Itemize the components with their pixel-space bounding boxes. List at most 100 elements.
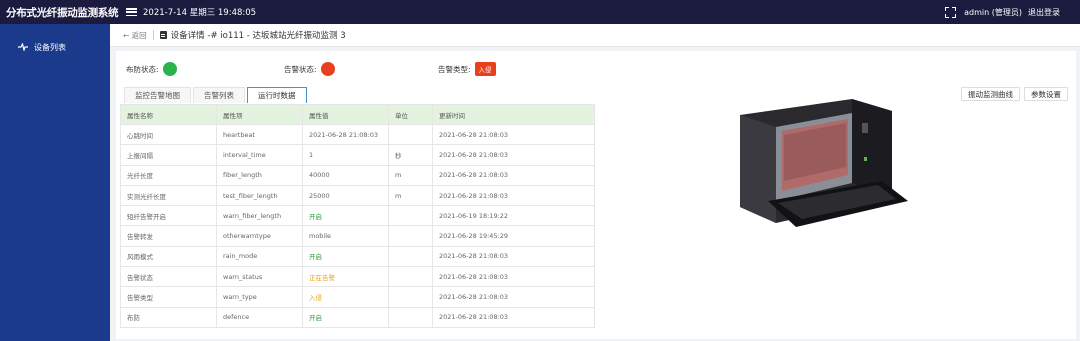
back-label: 返回	[131, 30, 147, 40]
unit-cell: m	[388, 164, 433, 186]
page-title: 设备详情 -# io111 - 达坂城站光纤振动监测 3	[170, 31, 346, 41]
action-buttons: 振动监测曲线 参数设置	[957, 87, 1068, 101]
attr-key-cell: otherwarntype	[216, 225, 303, 247]
column-header: 属性值	[302, 104, 389, 125]
attr-value-cell: 开启	[302, 306, 389, 328]
unit-cell	[388, 306, 433, 328]
table-body: 心跳时间 heartbeat 2021-06-28 21:08:03 2021-06-…	[120, 123, 595, 328]
updated-time-cell: 2021-06-28 21:08:03	[432, 306, 595, 328]
attr-key-cell: interval_time	[216, 144, 303, 166]
attr-key-cell: test_fiber_length	[216, 184, 303, 207]
attr-name-cell: 告警类型	[120, 286, 217, 308]
fullscreen-icon[interactable]	[945, 6, 957, 18]
unit-cell	[388, 225, 433, 247]
table-row: 短纤告警开启 warn_fiber_length 开启 2021-06-19 18:1…	[120, 205, 595, 227]
sidebar-item-label: 设备列表	[34, 42, 66, 52]
runtime-data-table: 属性名称 属性项 属性值 单位 更新时间 心跳时间 heartbeat 2021-0…	[120, 104, 595, 328]
unit-cell	[388, 245, 433, 268]
document-icon	[159, 31, 167, 39]
column-header: 属性名称	[120, 104, 217, 125]
attr-value-cell: 1	[302, 144, 389, 166]
table-row: 风雨模式 rain_mode 开启 2021-06-28 21:08:03	[120, 245, 595, 268]
attr-name-cell: 风雨模式	[120, 245, 217, 268]
table-row: 光纤长度 fiber_length 40000 m 2021-06-28 21:08:0…	[120, 164, 595, 186]
app-title: 分布式光纤振动监测系统	[6, 6, 119, 19]
status-row: 布防状态: 告警状态: 告警类型: 入侵	[116, 61, 1076, 77]
alarm-type-badge: 入侵	[474, 62, 496, 76]
attr-name-cell: 短纤告警开启	[120, 205, 217, 227]
table-row: 心跳时间 heartbeat 2021-06-28 21:08:03 2021-06-…	[120, 123, 595, 146]
tab-alarm-list[interactable]: 告警列表	[193, 87, 245, 103]
attr-key-cell: fiber_length	[216, 164, 303, 186]
updated-time-cell: 2021-06-28 21:08:03	[432, 286, 595, 308]
unit-cell: 秒	[388, 144, 433, 166]
sidebar-item-device-list[interactable]: 设备列表	[0, 37, 110, 57]
tab-monitor-map[interactable]: 监控告警地图	[124, 87, 191, 103]
menu-icon[interactable]	[126, 8, 137, 16]
unit-cell: m	[388, 184, 433, 207]
attr-value-cell: 入侵	[302, 286, 389, 308]
alarm-status-label: 告警状态:	[284, 64, 317, 74]
attr-name-cell: 布防	[120, 306, 217, 328]
table-row: 告警转发 otherwarntype mobile 2021-06-28 19:45:…	[120, 225, 595, 247]
attr-value-cell: 开启	[302, 245, 389, 268]
attr-value-cell: 40000	[302, 164, 389, 186]
tab-bar: 监控告警地图 告警列表 运行时数据	[124, 87, 309, 103]
pulse-icon	[18, 43, 28, 51]
table-row: 告警类型 warn_type 入侵 2021-06-28 21:08:03	[120, 286, 595, 308]
back-button[interactable]: ← 返回	[123, 30, 147, 41]
updated-time-cell: 2021-06-28 19:45:29	[432, 225, 595, 247]
attr-key-cell: warn_status	[216, 266, 303, 288]
table-row: 实测光纤长度 test_fiber_length 25000 m 2021-06-28 …	[120, 184, 595, 207]
datetime: 2021-7-14 星期三 19:48:05	[143, 8, 257, 18]
table-row: 告警状态 warn_status 正在告警 2021-06-28 21:08:03	[120, 266, 595, 288]
updated-time-cell: 2021-06-28 21:08:03	[432, 245, 595, 268]
updated-time-cell: 2021-06-28 21:08:03	[432, 266, 595, 288]
attr-value-cell: 25000	[302, 184, 389, 207]
updated-time-cell: 2021-06-28 21:08:03	[432, 164, 595, 186]
unit-cell	[388, 205, 433, 227]
attr-value-cell: 开启	[302, 205, 389, 227]
defense-status: 布防状态:	[126, 61, 177, 77]
attr-key-cell: heartbeat	[216, 123, 303, 146]
attr-value-cell: 正在告警	[302, 266, 389, 288]
attr-name-cell: 告警转发	[120, 225, 217, 247]
updated-time-cell: 2021-06-28 21:08:03	[432, 184, 595, 207]
logout-button[interactable]: 退出登录	[1028, 7, 1060, 18]
attr-value-cell: mobile	[302, 225, 389, 247]
alarm-type: 告警类型: 入侵	[438, 61, 496, 77]
column-header: 属性项	[216, 104, 303, 125]
attr-key-cell: warn_fiber_length	[216, 205, 303, 227]
unit-cell	[388, 266, 433, 288]
attr-name-cell: 实测光纤长度	[120, 184, 217, 207]
unit-cell	[388, 123, 433, 146]
column-header: 单位	[388, 104, 433, 125]
vibration-curve-button[interactable]: 振动监测曲线	[961, 87, 1020, 101]
alarm-type-label: 告警类型:	[438, 64, 471, 74]
updated-time-cell: 2021-06-19 18:19:22	[432, 205, 595, 227]
attr-name-cell: 光纤长度	[120, 164, 217, 186]
user-name[interactable]: admin (管理员)	[964, 7, 1022, 18]
updated-time-cell: 2021-06-28 21:08:03	[432, 144, 595, 166]
defense-status-label: 布防状态:	[126, 64, 159, 74]
breadcrumb: ← 返回 设备详情 -# io111 - 达坂城站光纤振动监测 3	[110, 24, 1080, 47]
attr-value-cell: 2021-06-28 21:08:03	[302, 123, 389, 146]
defense-status-indicator	[162, 62, 177, 76]
column-header: 更新时间	[432, 104, 595, 125]
tab-runtime-data[interactable]: 运行时数据	[247, 87, 307, 103]
divider	[152, 30, 154, 40]
attr-key-cell: warn_type	[216, 286, 303, 308]
device-detail-panel: 布防状态: 告警状态: 告警类型: 入侵 监控告警地图 告警列表 运行时数据 振…	[116, 51, 1076, 339]
attr-key-cell: defence	[216, 306, 303, 328]
top-bar: 分布式光纤振动监测系统 2021-7-14 星期三 19:48:05 admin…	[0, 0, 1080, 24]
parameter-settings-button[interactable]: 参数设置	[1024, 87, 1068, 101]
sidebar: 设备列表	[0, 24, 110, 341]
attr-name-cell: 告警状态	[120, 266, 217, 288]
table-row: 布防 defence 开启 2021-06-28 21:08:03	[120, 306, 595, 328]
alarm-status-indicator	[320, 62, 335, 76]
updated-time-cell: 2021-06-28 21:08:03	[432, 123, 595, 146]
table-row: 上报间隔 interval_time 1 秒 2021-06-28 21:08:03	[120, 144, 595, 166]
attr-name-cell: 心跳时间	[120, 123, 217, 146]
attr-name-cell: 上报间隔	[120, 144, 217, 166]
attr-key-cell: rain_mode	[216, 245, 303, 268]
